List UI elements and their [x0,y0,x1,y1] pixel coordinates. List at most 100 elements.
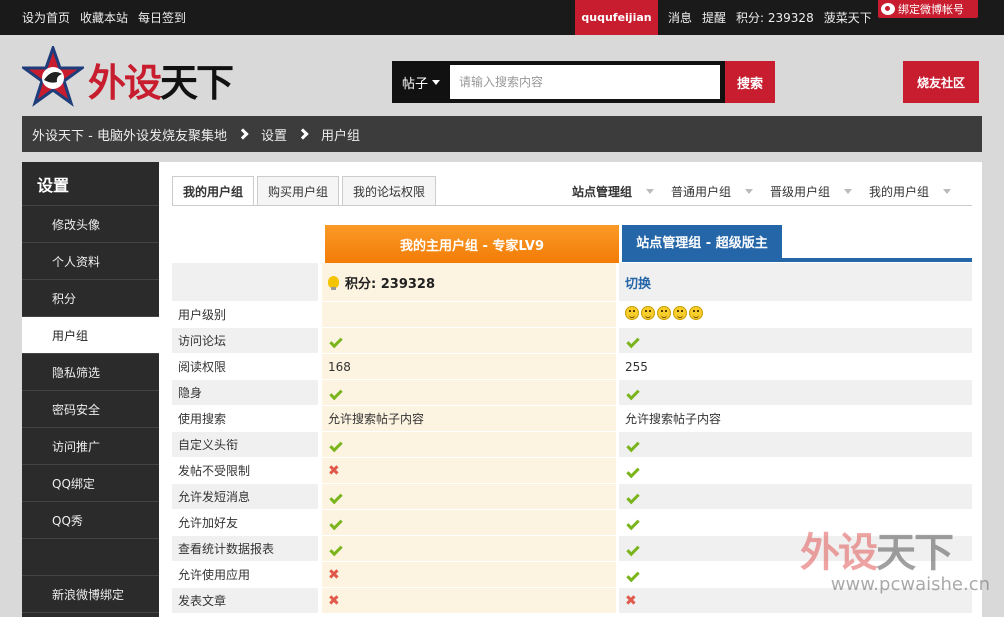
secondary-group-header[interactable]: 站点管理组 - 超级版主 [622,225,782,258]
messages-link[interactable]: 消息 [668,9,692,26]
sidebar-item-usergroup[interactable]: 用户组 [22,317,159,354]
tab-buy-groups[interactable]: 购买用户组 [257,176,340,206]
check-icon [626,568,640,582]
bookmark-link[interactable]: 收藏本站 [80,9,128,26]
smiley-icon [625,306,639,320]
primary-group-value: 168 [322,354,619,380]
switch-group-link[interactable]: 切换 [625,277,651,292]
lightbulb-icon [328,276,339,290]
smiley-icon [657,306,671,320]
primary-group-value [322,328,619,354]
smiley-icon [689,306,703,320]
sidebar-item-credits[interactable]: 积分 [22,280,159,317]
caret-down-icon [646,188,655,194]
row-label: 允许使用应用 [172,562,322,588]
primary-group-header: 我的主用户组 - 专家LV9 [325,225,619,263]
table-row: 发表文章 ✖ ✖ [172,588,972,614]
cell-value: 168 [328,359,351,374]
check-icon [329,386,343,400]
sidebar-item-avatar[interactable]: 修改头像 [22,206,159,243]
tab-forum-permissions[interactable]: 我的论坛权限 [342,176,437,206]
caret-down-icon [745,188,754,194]
chevron-right-icon [237,128,249,140]
check-icon [329,334,343,348]
smiley-icon [641,306,655,320]
check-icon [626,464,640,478]
daily-checkin-link[interactable]: 每日签到 [138,9,186,26]
sidebar-item-privacy[interactable]: 隐私筛选 [22,354,159,391]
dropdown-promotion-groups[interactable]: 晋级用户组 [770,183,853,200]
table-row: 查看统计数据报表 [172,536,972,562]
sidebar-item-qq-show[interactable]: QQ秀 [22,502,159,539]
search-input[interactable] [450,65,720,99]
set-homepage-link[interactable]: 设为首页 [22,9,70,26]
row-label: 查看统计数据报表 [172,536,322,562]
check-icon [626,386,640,400]
head-credits-cell: 积分: 239328 [322,263,619,302]
cell-value: 允许搜索帖子内容 [625,412,722,426]
secondary-group-value: ✖ [619,588,972,614]
notifications-link[interactable]: 提醒 [702,9,726,26]
search-category-label: 帖子 [401,76,428,92]
search-button[interactable]: 搜索 [725,61,775,103]
sidebar-item-password[interactable]: 密码安全 [22,391,159,428]
logo-wordmark: 外设天下 [88,60,234,105]
dropdown-promotion-groups-label: 晋级用户组 [770,184,831,199]
caret-down-icon [432,79,440,85]
row-label: 自定义头衔 [172,432,322,458]
secondary-group-value [619,562,972,588]
credits-link[interactable]: 积分: 239328 [736,9,814,26]
site-logo[interactable]: 外设天下 [22,46,267,108]
primary-group-value: ✖ [322,562,619,588]
row-label: 阅读权限 [172,354,322,380]
smiley-icon [673,306,687,320]
caret-down-icon [844,188,853,194]
row-label: 使用搜索 [172,406,322,432]
sidebar-item-qq-bind[interactable]: QQ绑定 [22,465,159,502]
search-category-dropdown[interactable]: 帖子 [392,73,450,92]
credits-display: 积分: 239328 [328,273,610,292]
breadcrumb-home[interactable]: 外设天下 - 电脑外设发烧友聚集地 [32,125,227,144]
table-row: 用户级别 [172,302,972,328]
primary-group-value [322,432,619,458]
tab-my-groups[interactable]: 我的用户组 [172,176,255,206]
primary-group-value: ✖ [322,458,619,484]
weibo-icon [881,3,895,15]
primary-group-value [322,510,619,536]
dropdown-normal-users[interactable]: 普通用户组 [671,183,754,200]
secondary-group-value [619,484,972,510]
dropdown-site-admin[interactable]: 站点管理组 [572,183,655,200]
cross-icon: ✖ [328,462,340,479]
top-links: 设为首页 收藏本站 每日签到 [22,0,186,35]
cross-icon: ✖ [625,592,637,609]
sidebar-spacer [22,539,159,576]
check-icon [329,516,343,530]
row-label: 发表文章 [172,588,322,614]
row-label: 用户级别 [172,302,322,328]
table-row: 允许使用应用 ✖ [172,562,972,588]
primary-group-value [322,536,619,562]
group-type-nav: 站点管理组 普通用户组 晋级用户组 我的用户组 [572,176,968,206]
dropdown-my-groups[interactable]: 我的用户组 [869,183,952,200]
secondary-group-value: 允许搜索帖子内容 [619,406,972,432]
check-icon [626,490,640,504]
secondary-group-value: 255 [619,354,972,380]
secondary-group-value [619,302,972,328]
row-label: 允许加好友 [172,510,322,536]
username-button[interactable]: ququfeijian [575,0,658,35]
head-empty-cell [172,263,322,302]
check-icon [626,542,640,556]
cross-icon: ✖ [328,592,340,609]
table-row: 发帖不受限制 ✖ [172,458,972,484]
head-switch-cell: 切换 [619,263,972,302]
row-label: 访问论坛 [172,328,322,354]
breadcrumb-settings[interactable]: 设置 [261,125,287,144]
weibo-bind-button[interactable]: 绑定微博帐号 [878,0,978,18]
table-row: 阅读权限 168 255 [172,354,972,380]
sidebar-item-promotion[interactable]: 访问推广 [22,428,159,465]
community-button[interactable]: 烧友社区 [903,61,979,103]
secondary-group-value [619,536,972,562]
sidebar-item-profile[interactable]: 个人资料 [22,243,159,280]
user-group-link[interactable]: 菠菜天下 [824,9,872,26]
sidebar-item-weibo-bind[interactable]: 新浪微博绑定 [22,576,159,613]
